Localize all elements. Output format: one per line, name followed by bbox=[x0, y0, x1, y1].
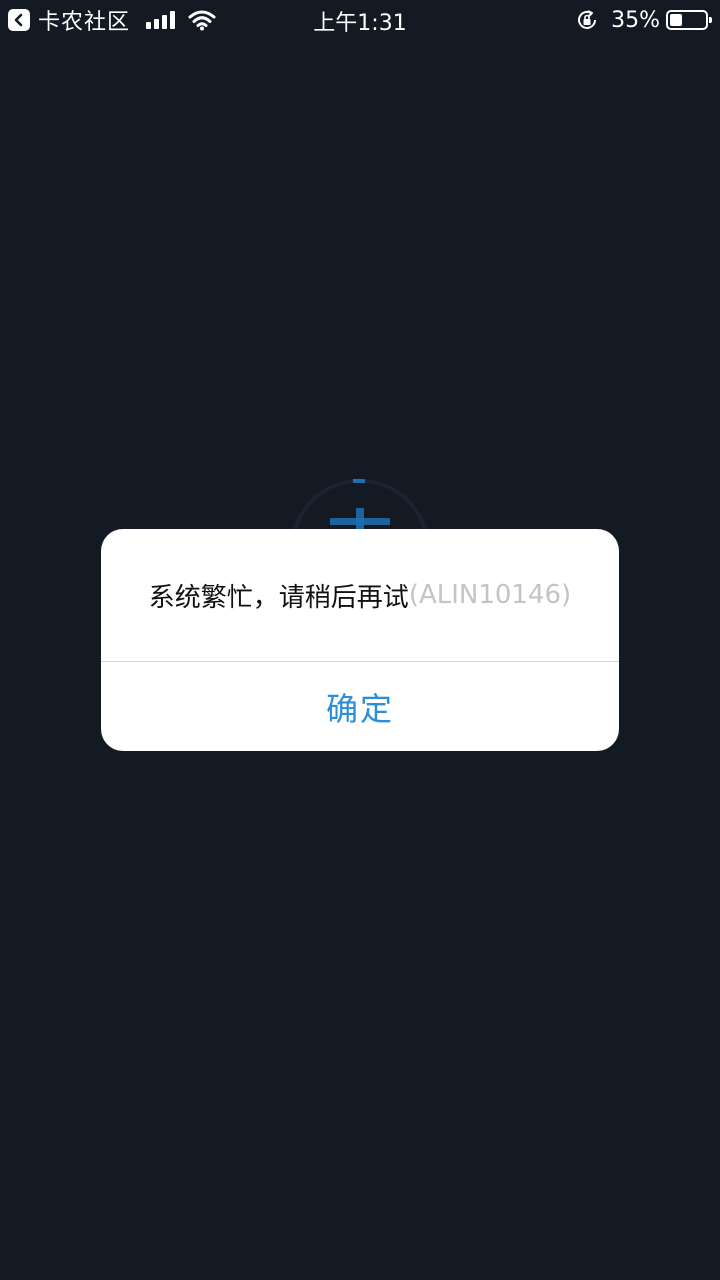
dialog-message: 系统繁忙，请稍后再试 (ALIN10146) bbox=[101, 529, 619, 661]
dialog-message-text: 系统繁忙，请稍后再试 bbox=[148, 582, 409, 613]
status-bar: 卡农社区 上午1:31 35% bbox=[0, 0, 720, 40]
dialog-error-code: (ALIN10146) bbox=[408, 580, 572, 610]
status-bar-right: 35% bbox=[575, 6, 712, 34]
battery-fill bbox=[670, 14, 682, 26]
alert-dialog: 系统繁忙，请稍后再试 (ALIN10146) 确定 bbox=[101, 529, 619, 751]
battery-percent: 35% bbox=[611, 7, 660, 33]
rotation-lock-icon bbox=[578, 10, 597, 29]
confirm-button[interactable]: 确定 bbox=[101, 662, 619, 751]
battery-icon bbox=[666, 10, 712, 30]
screen: 卡农社区 上午1:31 35% 系统繁忙，请稍后再试 (ALIN10146) 确… bbox=[0, 0, 720, 1280]
